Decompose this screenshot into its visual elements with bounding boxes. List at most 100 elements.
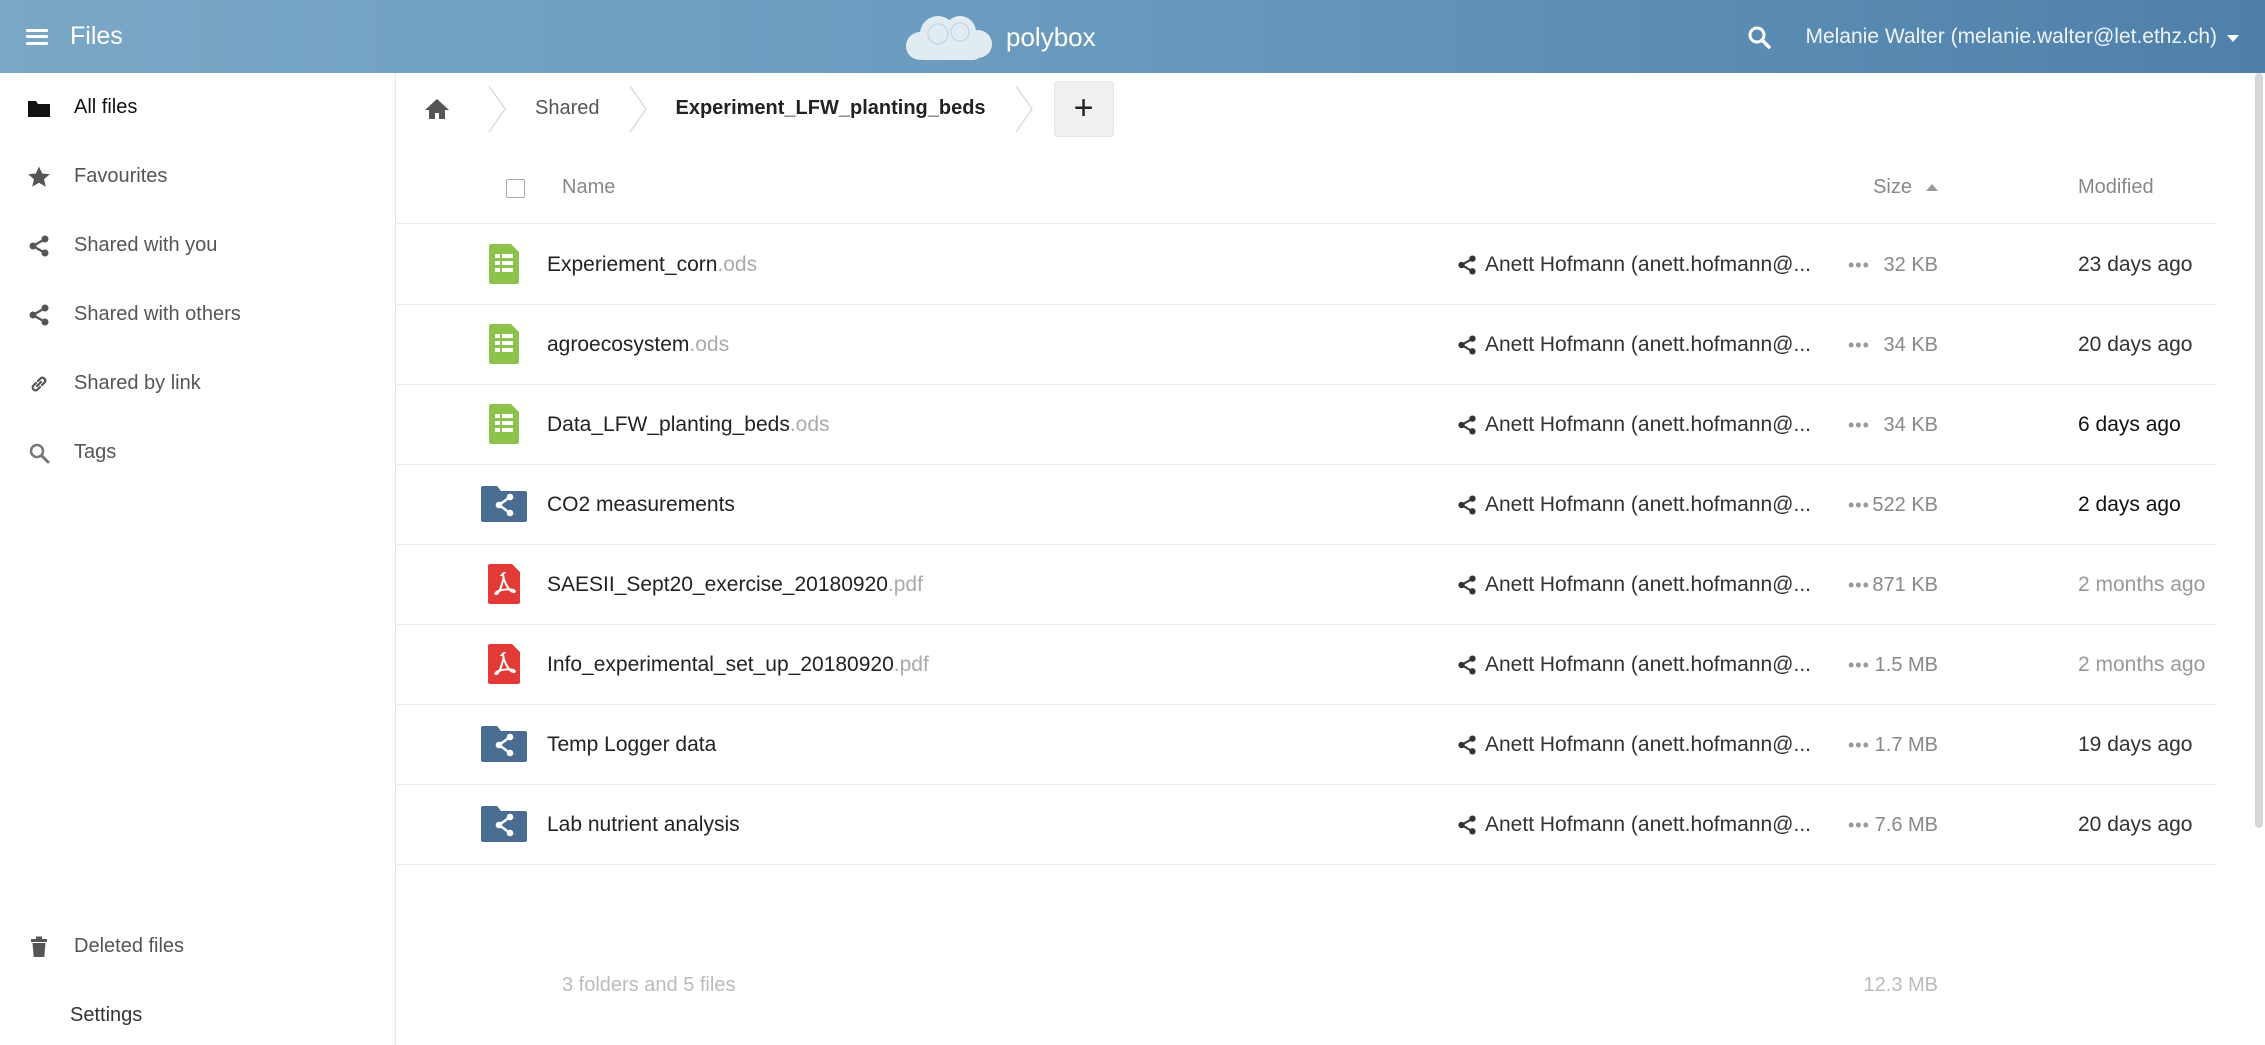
sidebar-item-all-files[interactable]: All files	[0, 73, 396, 142]
shared-by[interactable]: Anett Hofmann (anett.hofmann@...	[1457, 705, 1811, 785]
sort-ascending-icon	[1926, 184, 1938, 191]
file-name[interactable]: Lab nutrient analysis	[547, 785, 740, 865]
more-actions-icon[interactable]: •••	[1848, 545, 1870, 625]
file-row[interactable]: Experiement_corn.ods Anett Hofmann (anett…	[397, 225, 2217, 305]
search-icon[interactable]	[1747, 25, 1772, 49]
sidebar-item-shared-with-you[interactable]: Shared with you	[0, 211, 396, 280]
shared-folder-icon[interactable]	[481, 721, 527, 767]
file-summary: 3 folders and 5 files 12.3 MB	[397, 945, 2217, 1045]
share-icon	[1457, 335, 1485, 355]
pdf-file-icon[interactable]	[481, 641, 527, 687]
cloud-logo-icon	[906, 16, 992, 60]
shared-by[interactable]: Anett Hofmann (anett.hofmann@...	[1457, 465, 1811, 545]
scrollbar[interactable]	[2255, 73, 2263, 828]
file-extension: .ods	[689, 333, 730, 356]
file-basename: Lab nutrient analysis	[547, 813, 740, 836]
shared-by[interactable]: Anett Hofmann (anett.hofmann@...	[1457, 305, 1811, 385]
file-name[interactable]: Info_experimental_set_up_20180920.pdf	[547, 625, 929, 705]
more-actions-icon[interactable]: •••	[1848, 305, 1870, 385]
file-name[interactable]: Temp Logger data	[547, 705, 716, 785]
more-actions-icon[interactable]: •••	[1848, 385, 1870, 465]
settings-label: Settings	[70, 1004, 143, 1026]
spreadsheet-file-icon[interactable]	[481, 241, 527, 287]
file-row[interactable]: Temp Logger data Anett Hofmann (anett.hof…	[397, 705, 2217, 785]
file-modified: 2 months ago	[2078, 573, 2206, 596]
shared-folder-icon[interactable]	[481, 801, 527, 847]
shared-by[interactable]: Anett Hofmann (anett.hofmann@...	[1457, 785, 1811, 865]
file-extension: .pdf	[887, 573, 923, 596]
column-header-name[interactable]: Name	[562, 151, 615, 224]
file-name[interactable]: SAESII_Sept20_exercise_20180920.pdf	[547, 545, 923, 625]
sidebar-item-deleted-files[interactable]: Deleted files	[0, 912, 396, 981]
hamburger-icon[interactable]	[26, 28, 48, 45]
more-actions-icon[interactable]: •••	[1848, 225, 1870, 305]
sidebar-item-label: Deleted files	[74, 935, 185, 957]
spreadsheet-file-icon[interactable]	[481, 401, 527, 447]
file-list-area: Shared Experiment_LFW_planting_beds + Na…	[397, 73, 2265, 1045]
share-icon	[1457, 655, 1485, 675]
breadcrumb-item-current[interactable]: Experiment_LFW_planting_beds	[658, 97, 1004, 120]
app-menu-toggle[interactable]: Files	[26, 0, 123, 73]
breadcrumb: Shared Experiment_LFW_planting_beds +	[397, 73, 2257, 144]
file-row[interactable]: Info_experimental_set_up_20180920.pdf Ane…	[397, 625, 2217, 705]
file-name[interactable]: Data_LFW_planting_beds.ods	[547, 385, 830, 465]
shared-by[interactable]: Anett Hofmann (anett.hofmann@...	[1457, 625, 1811, 705]
shared-by-label: Anett Hofmann (anett.hofmann@...	[1485, 653, 1811, 676]
shared-folder-icon[interactable]	[481, 481, 527, 527]
shared-by[interactable]: Anett Hofmann (anett.hofmann@...	[1457, 225, 1811, 305]
sidebar-item-shared-with-others[interactable]: Shared with others	[0, 280, 396, 349]
more-actions-icon[interactable]: •••	[1848, 785, 1870, 865]
user-menu[interactable]: Melanie Walter (melanie.walter@let.ethz.…	[1805, 25, 2217, 49]
summary-size: 12.3 MB	[1863, 974, 1938, 996]
shared-by[interactable]: Anett Hofmann (anett.hofmann@...	[1457, 385, 1811, 465]
column-header-size[interactable]: Size	[1873, 151, 1938, 224]
share-icon	[1457, 575, 1485, 595]
file-row[interactable]: agroecosystem.ods Anett Hofmann (anett.ho…	[397, 305, 2217, 385]
shared-by-label: Anett Hofmann (anett.hofmann@...	[1485, 413, 1811, 436]
column-header-modified[interactable]: Modified	[2078, 151, 2154, 224]
file-name[interactable]: CO2 measurements	[547, 465, 735, 545]
file-basename: Info_experimental_set_up_20180920	[547, 653, 894, 676]
shared-by-label: Anett Hofmann (anett.hofmann@...	[1485, 733, 1811, 756]
file-size: 522 KB	[1872, 494, 1938, 516]
file-row[interactable]: Data_LFW_planting_beds.ods Anett Hofmann …	[397, 385, 2217, 465]
sidebar-item-favourites[interactable]: Favourites	[0, 142, 396, 211]
shared-by-label: Anett Hofmann (anett.hofmann@...	[1485, 333, 1811, 356]
sidebar-item-label: Shared with you	[74, 234, 218, 256]
top-header: Files polybox Melanie Walter (melanie.wa…	[0, 0, 2265, 73]
sidebar-item-shared-by-link[interactable]: Shared by link	[0, 349, 396, 418]
file-size: 7.6 MB	[1874, 814, 1938, 836]
file-modified: 6 days ago	[2078, 413, 2181, 436]
sidebar-item-label: Shared by link	[74, 372, 201, 394]
select-all-checkbox[interactable]	[506, 179, 525, 198]
chevron-down-icon[interactable]	[2227, 34, 2239, 42]
file-row[interactable]: SAESII_Sept20_exercise_20180920.pdf Anett…	[397, 545, 2217, 625]
link-icon	[26, 371, 52, 397]
file-name[interactable]: agroecosystem.ods	[547, 305, 729, 385]
file-modified: 20 days ago	[2078, 813, 2193, 836]
file-name[interactable]: Experiement_corn.ods	[547, 225, 757, 305]
pdf-file-icon[interactable]	[481, 561, 527, 607]
file-size: 871 KB	[1872, 574, 1938, 596]
shared-by[interactable]: Anett Hofmann (anett.hofmann@...	[1457, 545, 1811, 625]
file-row[interactable]: Lab nutrient analysis Anett Hofmann (anet…	[397, 785, 2217, 865]
shared-by-label: Anett Hofmann (anett.hofmann@...	[1485, 253, 1811, 276]
sidebar: All files Favourites Shared with you Sha…	[0, 73, 396, 1045]
home-icon[interactable]	[397, 98, 477, 120]
more-actions-icon[interactable]: •••	[1848, 625, 1870, 705]
polybox-logo[interactable]: polybox	[898, 8, 1096, 66]
sidebar-item-tags[interactable]: Tags	[0, 418, 396, 487]
sidebar-item-label: All files	[74, 96, 138, 118]
file-size: 34 KB	[1883, 334, 1938, 356]
spreadsheet-file-icon[interactable]	[481, 321, 527, 367]
new-item-button[interactable]: +	[1053, 80, 1114, 137]
trash-icon	[26, 934, 52, 960]
sidebar-settings[interactable]: Settings	[0, 981, 396, 1045]
breadcrumb-separator	[1014, 85, 1033, 132]
breadcrumb-item[interactable]: Shared	[517, 97, 618, 120]
more-actions-icon[interactable]: •••	[1848, 705, 1870, 785]
summary-count: 3 folders and 5 files	[562, 974, 736, 996]
file-row[interactable]: CO2 measurements Anett Hofmann (anett.hof…	[397, 465, 2217, 545]
search-icon	[26, 440, 52, 466]
more-actions-icon[interactable]: •••	[1848, 465, 1870, 545]
